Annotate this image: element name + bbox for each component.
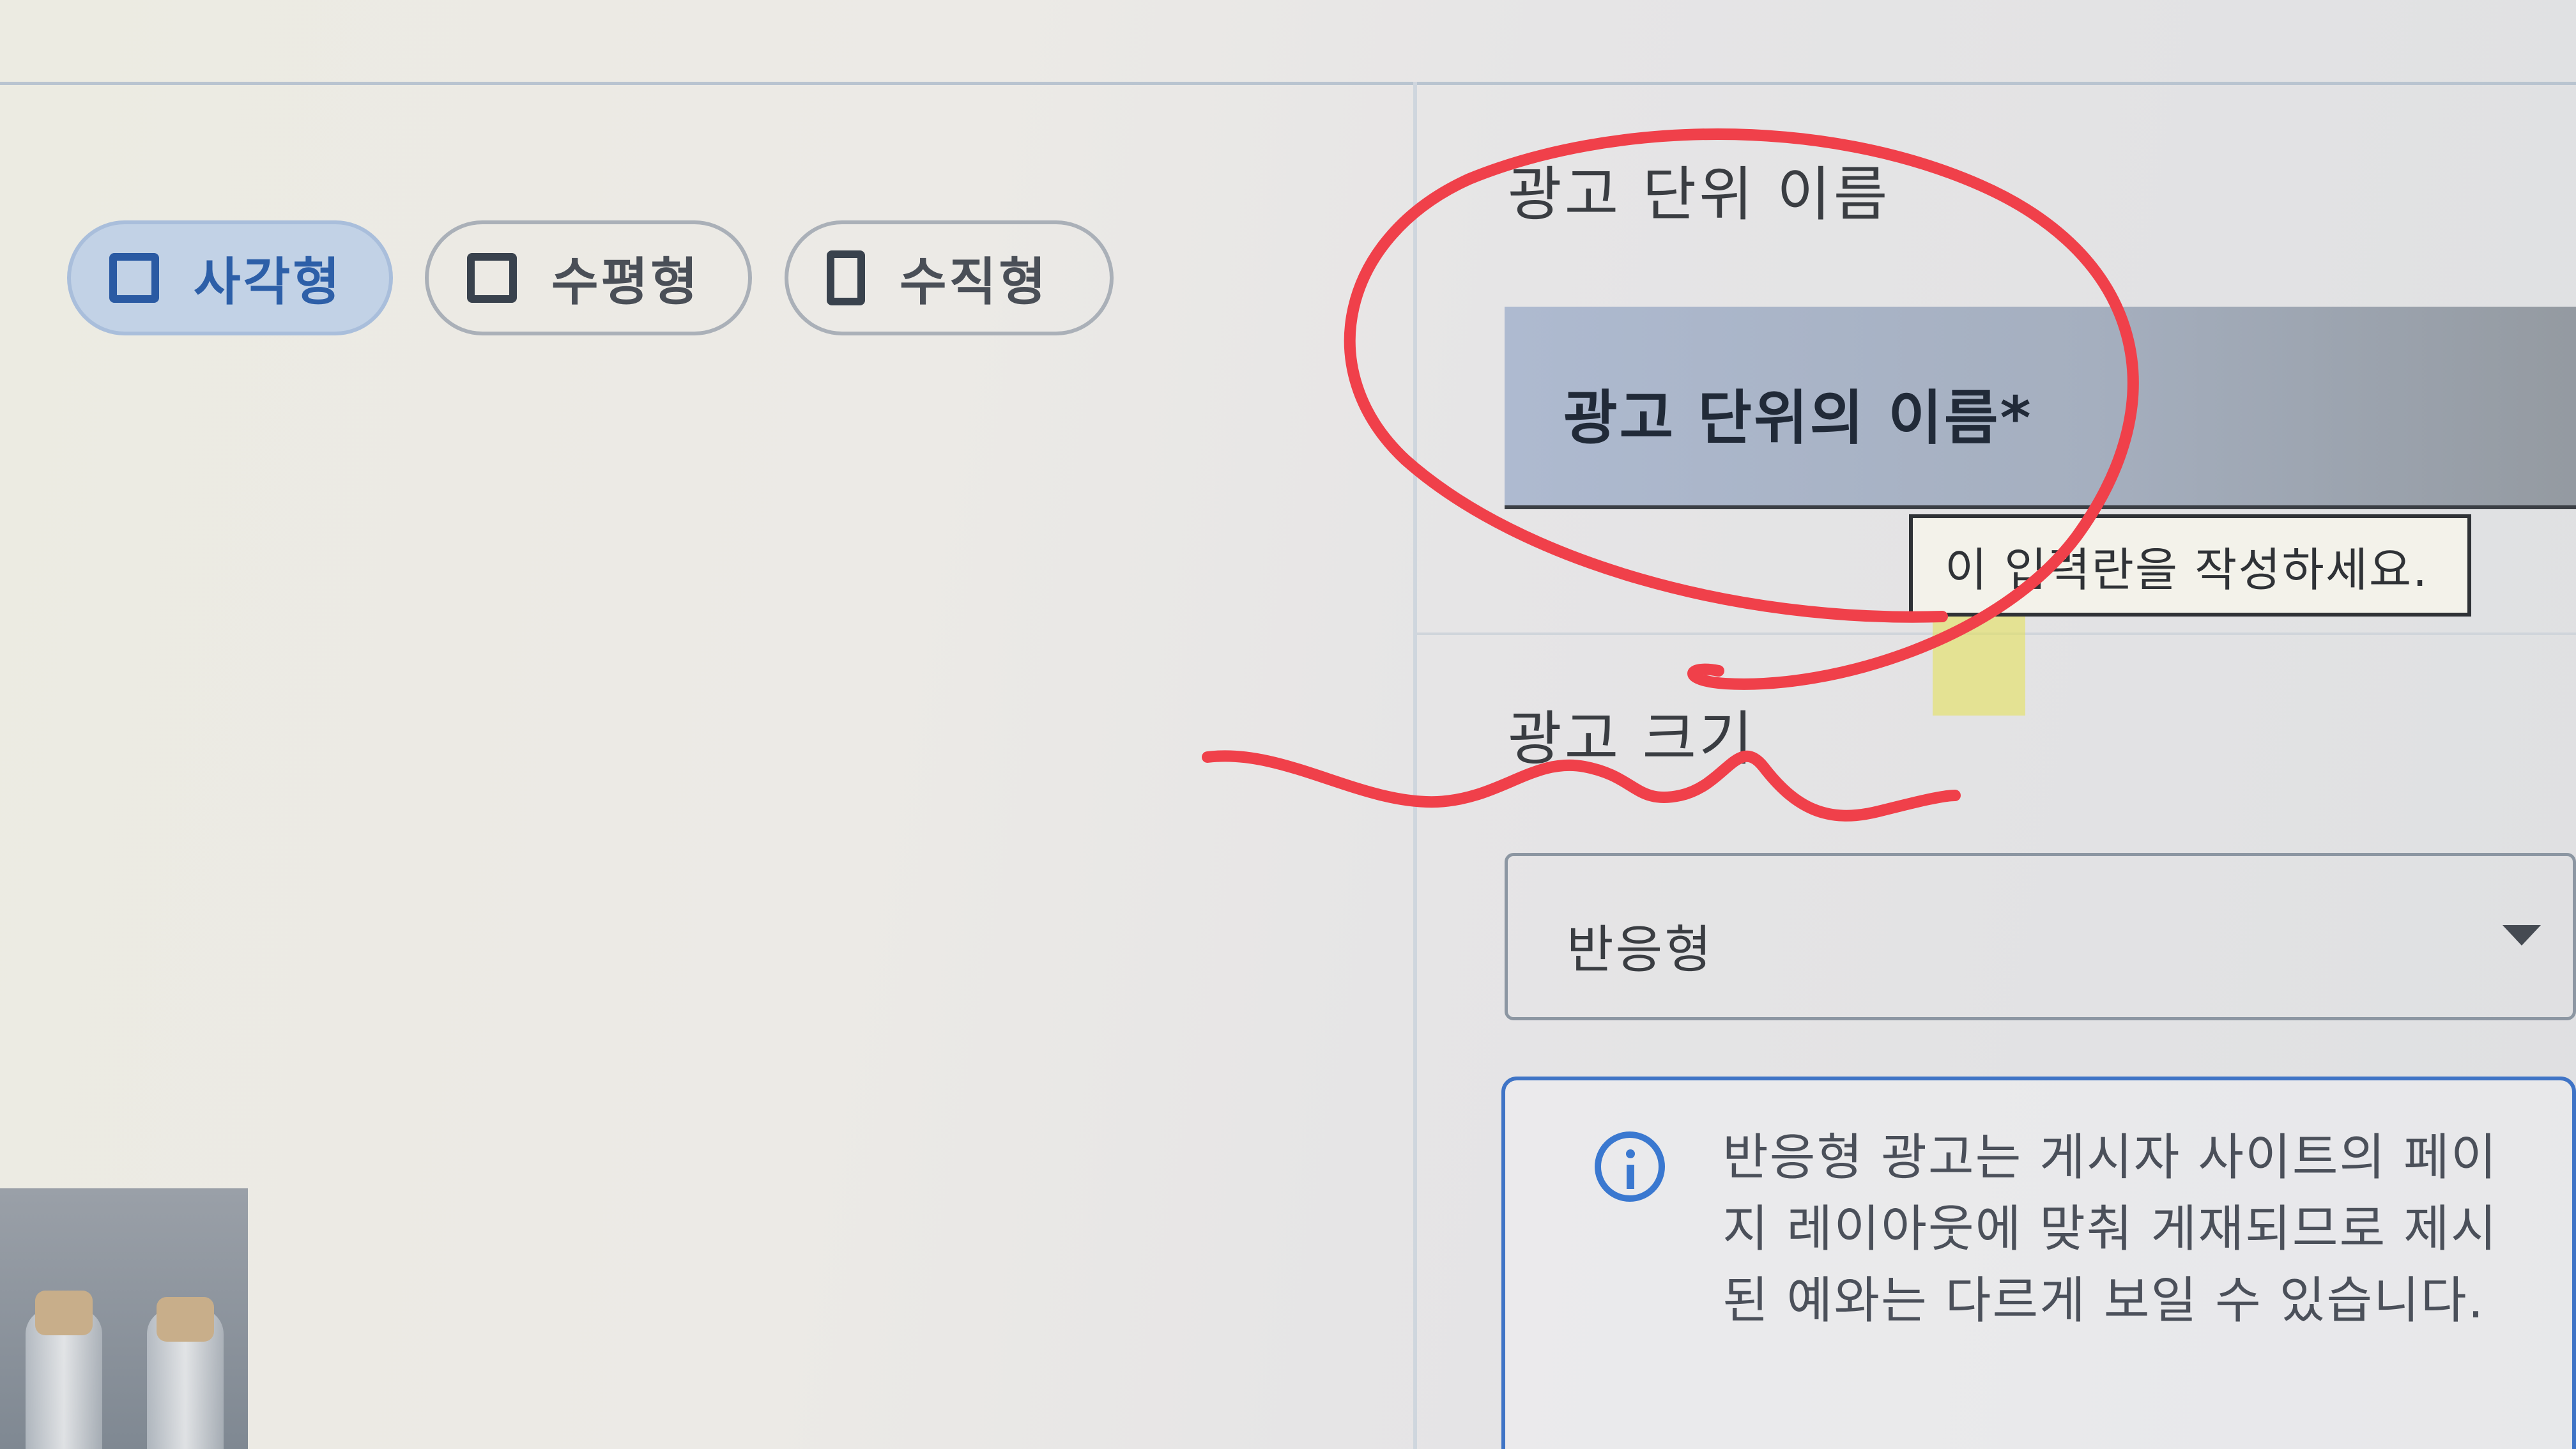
horizontal-rect-icon <box>467 253 517 303</box>
chip-label: 수직형 <box>900 252 1048 312</box>
validation-tooltip-text: 이 입력란을 작성하세요. <box>1945 542 2429 597</box>
info-icon <box>1595 1131 1665 1202</box>
vertical-rect-icon <box>827 250 865 305</box>
header-border <box>0 82 2576 85</box>
screen: 사각형 수평형 수직형 광고 단위 이름 광고 단위의 이름* 이 입력란을 작… <box>0 0 2576 1449</box>
caret-down-icon[interactable] <box>2503 925 2541 946</box>
format-chip-square[interactable]: 사각형 <box>67 220 393 335</box>
info-notice-text: 반응형 광고는 게시자 사이트의 페이지 레이아웃에 맞춰 게재되므로 제시된 … <box>1722 1129 2498 1330</box>
info-notice: 반응형 광고는 게시자 사이트의 페이지 레이아웃에 맞춰 게재되므로 제시된 … <box>1501 1077 2576 1449</box>
ad-unit-name-input[interactable]: 광고 단위의 이름* <box>1505 307 2576 509</box>
chip-label: 수평형 <box>551 252 700 312</box>
square-icon <box>109 253 159 303</box>
ad-size-label: 광고 크기 <box>1508 705 1756 773</box>
panel-divider <box>1413 82 1417 1449</box>
format-chip-vertical[interactable]: 수직형 <box>785 220 1114 335</box>
cork-shape <box>157 1297 214 1342</box>
chip-label: 사각형 <box>194 252 342 312</box>
ad-unit-name-placeholder: 광고 단위의 이름* <box>1563 384 2033 452</box>
validation-tooltip: 이 입력란을 작성하세요. <box>1909 514 2471 617</box>
format-chip-horizontal[interactable]: 수평형 <box>425 220 752 335</box>
ad-size-select[interactable]: 반응형 <box>1505 853 2576 1020</box>
ad-size-value: 반응형 <box>1567 920 1713 979</box>
ad-unit-name-label: 광고 단위 이름 <box>1508 160 1890 229</box>
preview-image <box>0 1188 248 1449</box>
cork-shape <box>35 1291 93 1335</box>
